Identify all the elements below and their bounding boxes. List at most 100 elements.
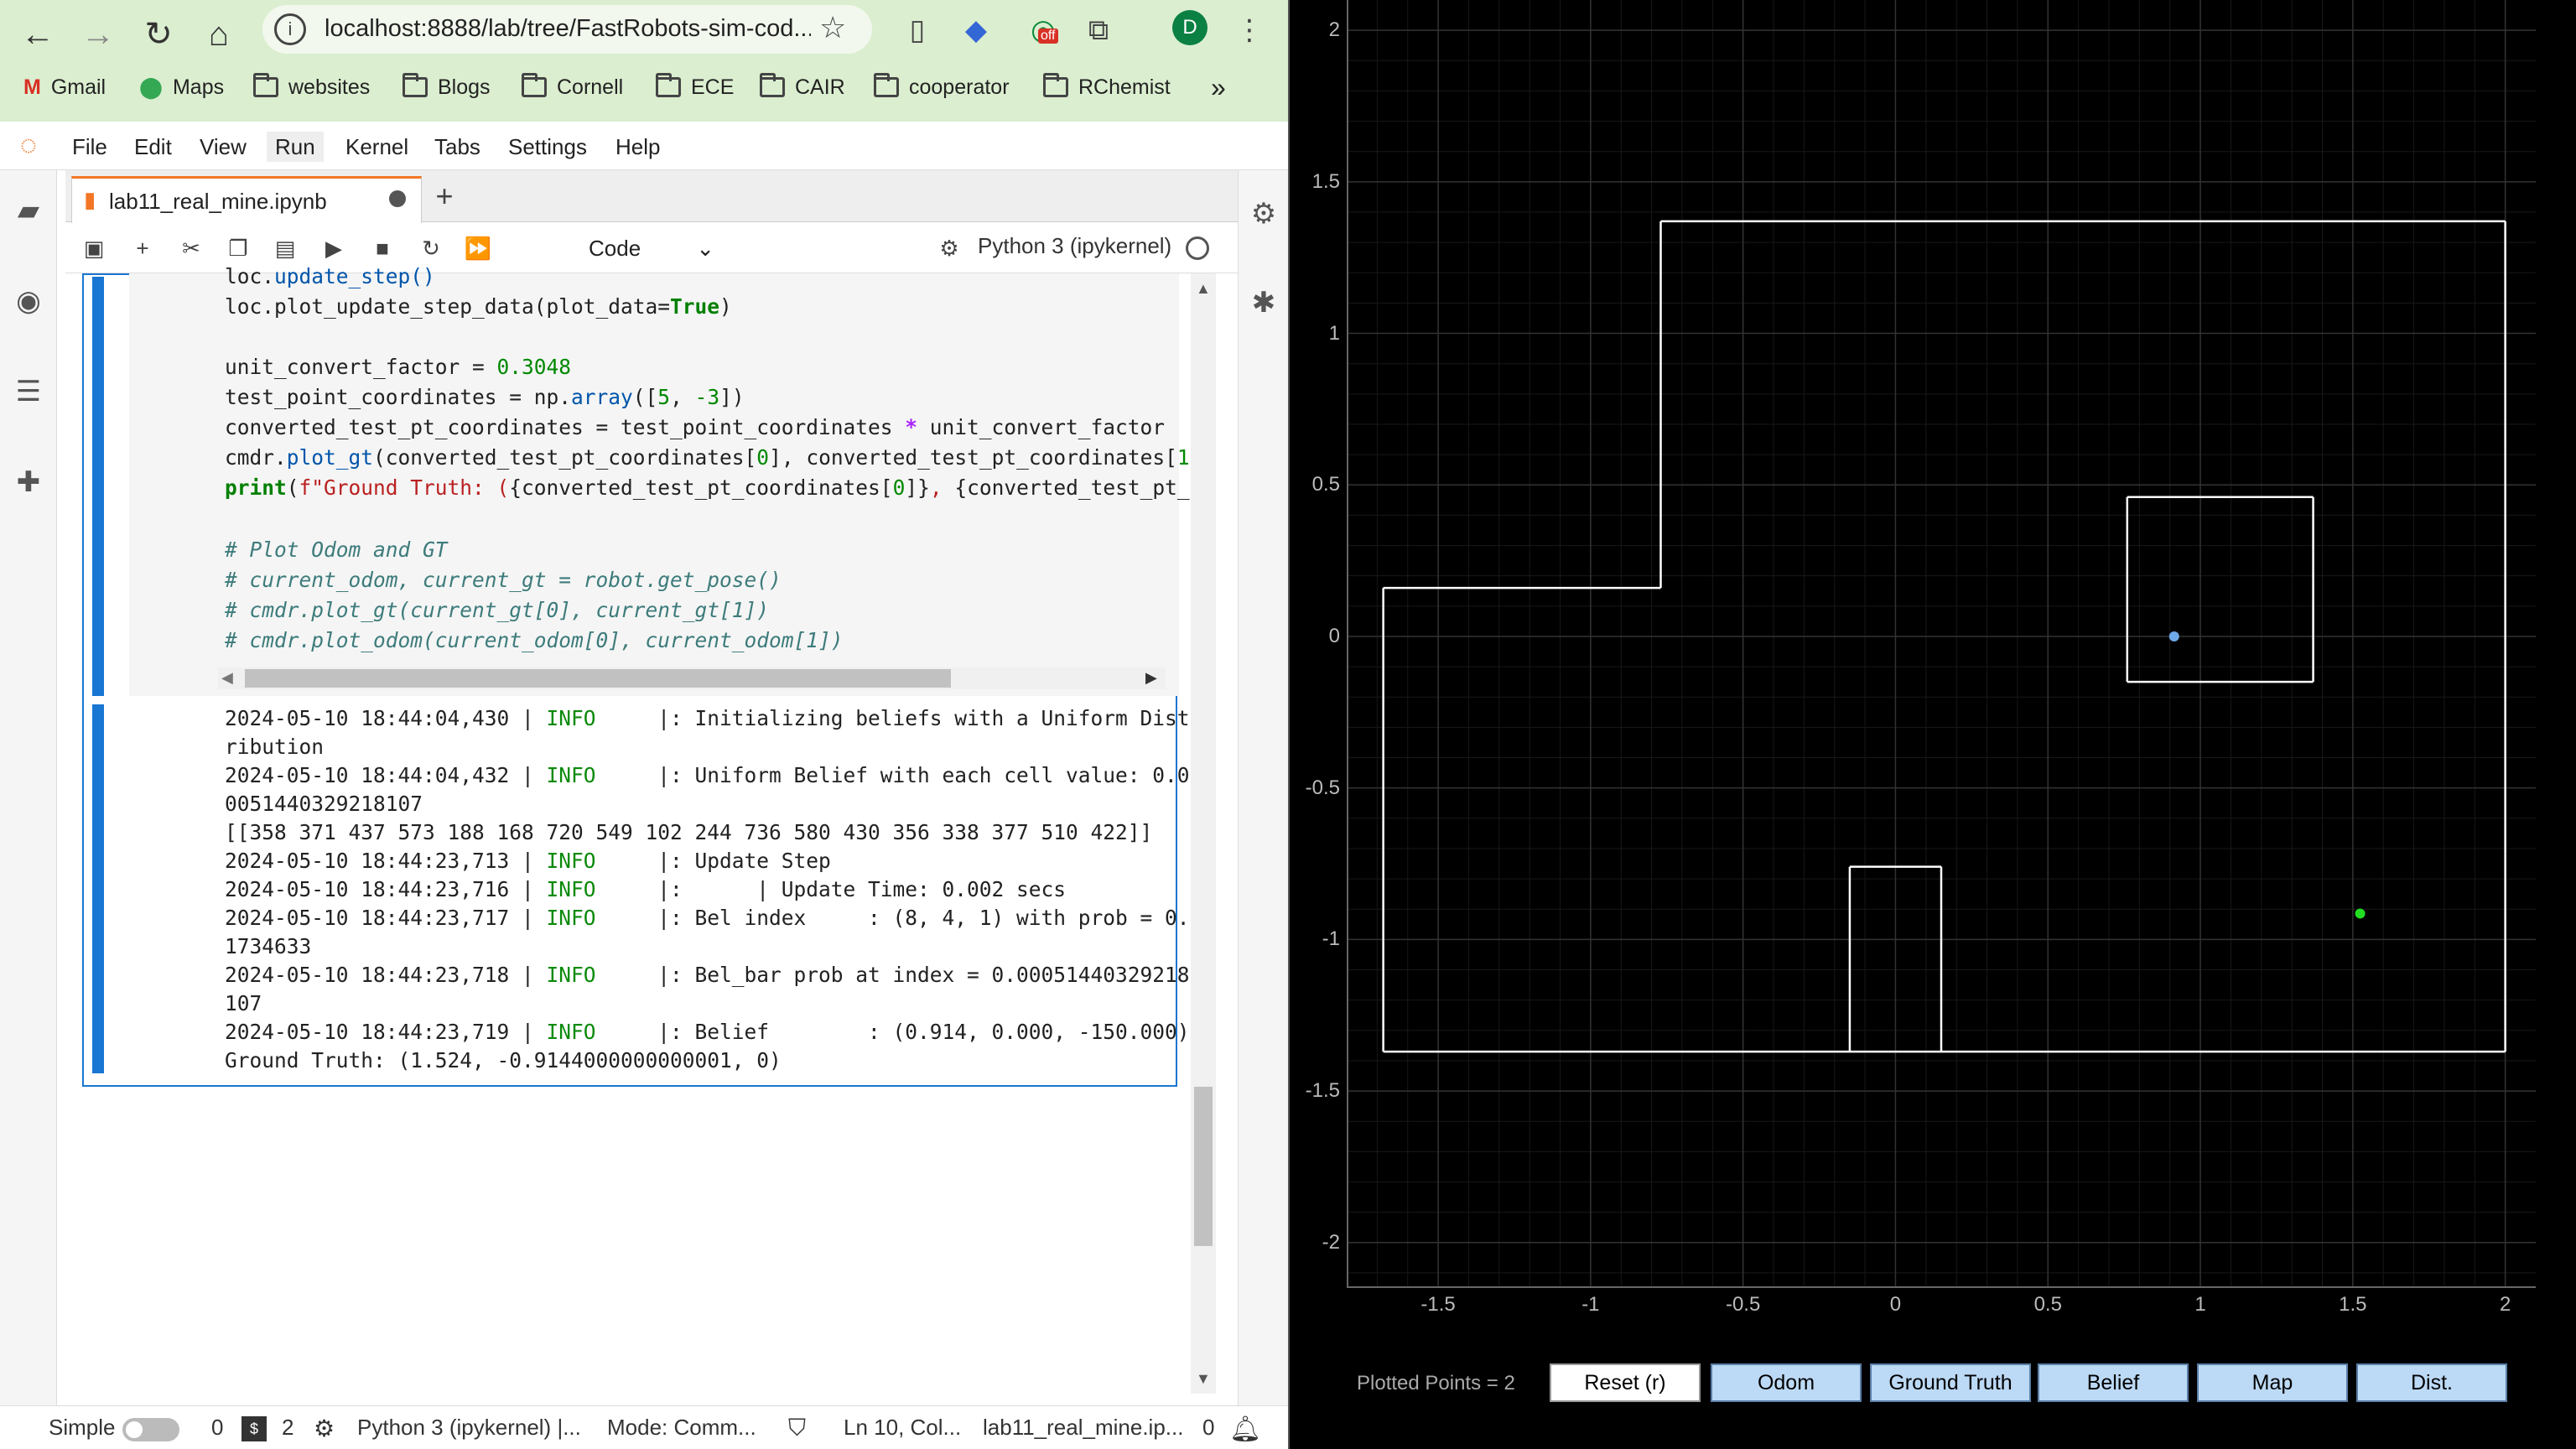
url-text[interactable]: localhost:8888/lab/tree/FastRobots-sim-c… (325, 15, 811, 43)
save-icon[interactable]: ▣ (77, 231, 111, 265)
run-icon[interactable]: ▶ (317, 231, 351, 265)
map-button[interactable]: Map (2197, 1363, 2348, 1402)
menu-dots-icon[interactable]: ⋮ (1226, 7, 1273, 54)
menu-run[interactable]: Run (267, 132, 324, 162)
menu-edit[interactable]: Edit (126, 132, 180, 162)
extensions-puzzle-icon[interactable]: ⧉ (1075, 7, 1122, 54)
site-info-icon[interactable]: i (274, 13, 306, 45)
scroll-down-icon[interactable]: ▼ (1196, 1370, 1211, 1388)
bookmark-ece[interactable]: ECE (656, 70, 734, 104)
kernel-settings-gear-icon[interactable]: ⚙ (932, 231, 966, 265)
bookmark-cooperator[interactable]: cooperator (874, 70, 1010, 104)
shield-icon[interactable]: ⛉ (788, 1415, 806, 1442)
cut-icon[interactable]: ✂ (174, 231, 208, 265)
new-tab-plus-icon[interactable]: + (424, 176, 465, 216)
bookmark-rchemist[interactable]: RChemist (1043, 70, 1171, 104)
horizontal-scroll-thumb[interactable] (245, 669, 951, 688)
menu-view[interactable]: View (191, 132, 255, 162)
bookmark-label: Cornell (557, 75, 624, 99)
home-icon[interactable]: ⌂ (193, 8, 245, 60)
kernel-chip-icon[interactable]: ⚙ (314, 1415, 335, 1442)
belief-button[interactable]: Belief (2038, 1363, 2189, 1402)
output-line: 107 (225, 989, 262, 1018)
bookmark-maps[interactable]: ⬤ Maps (139, 70, 224, 104)
kernel-status[interactable]: Python 3 (ipykernel) |... (357, 1415, 581, 1441)
property-inspector-icon[interactable]: ⚙ (1245, 195, 1282, 232)
page-icon[interactable]: ▯ (894, 7, 941, 54)
ground-truth-button[interactable]: Ground Truth (1870, 1363, 2031, 1402)
extension-off-icon[interactable]: ◎ off (1020, 7, 1067, 54)
log-level: INFO (546, 963, 596, 987)
localization-plot[interactable] (1347, 0, 2536, 1288)
terminal-icon[interactable]: $ (242, 1416, 267, 1441)
reset-button[interactable]: Reset (r) (1550, 1363, 1701, 1402)
bookmark-cair[interactable]: CAIR (760, 70, 845, 104)
cursor-position[interactable]: Ln 10, Col... (844, 1415, 961, 1441)
odom-button[interactable]: Odom (1711, 1363, 1862, 1402)
menu-settings[interactable]: Settings (500, 132, 595, 162)
simple-mode-label: Simple (49, 1415, 116, 1440)
more-bookmarks-icon[interactable]: » (1211, 70, 1226, 104)
bell-icon[interactable]: 🔔︎ (1229, 1415, 1261, 1444)
copy-icon[interactable]: ❐ (221, 231, 255, 265)
output-text: [[358 371 437 573 188 168 720 549 102 24… (225, 820, 1153, 844)
bookmark-label: websites (288, 75, 371, 99)
mode-status[interactable]: Mode: Comm... (607, 1415, 756, 1441)
bookmark-cornell[interactable]: Cornell (522, 70, 623, 104)
y-tick-label: 0 (1328, 624, 1340, 647)
extension-manager-icon[interactable]: ✚ (10, 464, 47, 501)
unsaved-dot-icon[interactable] (389, 190, 406, 207)
dist-button[interactable]: Dist. (2356, 1363, 2507, 1402)
menu-kernel[interactable]: Kernel (337, 132, 417, 162)
output-line: 2024-05-10 18:44:04,432 | INFO |: Unifor… (225, 761, 1190, 790)
menu-file[interactable]: File (64, 132, 116, 162)
address-bar[interactable]: i localhost:8888/lab/tree/FastRobots-sim… (262, 5, 872, 54)
forward-icon[interactable]: → (72, 8, 124, 60)
menu-tabs[interactable]: Tabs (426, 132, 489, 162)
notebook-tab[interactable]: ▮ lab11_real_mine.ipynb (71, 176, 422, 223)
simple-mode-toggle[interactable] (122, 1418, 179, 1441)
log-level: INFO (546, 706, 596, 730)
input-collapser[interactable] (92, 277, 104, 696)
insert-cell-icon[interactable]: + (126, 231, 159, 265)
bookmark-websites[interactable]: websites (253, 70, 370, 104)
output-line: [[358 371 437 573 188 168 720 549 102 24… (225, 818, 1152, 847)
run-all-icon[interactable]: ⏩ (461, 231, 495, 265)
vertical-scrollbar[interactable]: ▲ ▼ (1191, 273, 1216, 1394)
table-of-contents-icon[interactable]: ☰ (10, 373, 47, 410)
restart-icon[interactable]: ↻ (414, 231, 448, 265)
bookmark-star-icon[interactable]: ☆ (819, 10, 846, 45)
code-line: # current_odom, current_gt = robot.get_p… (225, 568, 782, 592)
back-icon[interactable]: ← (12, 8, 64, 60)
running-kernels-icon[interactable]: ◉ (10, 283, 47, 319)
bookmark-label: Maps (172, 75, 225, 99)
horizontal-scrollbar[interactable]: ◀ ▶ (218, 667, 1166, 689)
stop-icon[interactable]: ■ (366, 231, 399, 265)
belief-point (2168, 631, 2179, 641)
bookmark-gmail[interactable]: M Gmail (23, 70, 106, 104)
scroll-right-icon[interactable]: ▶ (1145, 669, 1157, 687)
output-collapser[interactable] (92, 704, 104, 1073)
output-text: |: Belief : (0.914, 0.000, -150.000) (595, 1020, 1190, 1044)
extension-graduation-icon[interactable]: ◆ (953, 7, 1000, 54)
scroll-left-icon[interactable]: ◀ (221, 669, 233, 687)
y-tick-label: -2 (1322, 1230, 1340, 1254)
jupyter-menubar: ◌ File Edit View Run Kernel Tabs Setting… (0, 122, 1288, 170)
scroll-up-icon[interactable]: ▲ (1196, 280, 1211, 298)
bookmark-label: Blogs (438, 75, 491, 99)
bookmark-blogs[interactable]: Blogs (402, 70, 491, 104)
reload-icon[interactable]: ↻ (132, 8, 184, 60)
code-token: * (905, 415, 918, 439)
output-text: Ground Truth: (1.524, -0.914400000000000… (225, 1048, 782, 1072)
output-text: 2024-05-10 18:44:04,432 | (225, 763, 547, 787)
kernel-name[interactable]: Python 3 (ipykernel) (978, 233, 1171, 259)
output-text: |: Bel_bar prob at index = 0.00051440329… (595, 963, 1190, 987)
profile-avatar[interactable]: D (1172, 10, 1208, 45)
cell-type-select[interactable]: Code ⌄ (505, 230, 731, 267)
output-text: 2024-05-10 18:44:23,713 | (225, 849, 547, 873)
paste-icon[interactable]: ▤ (268, 231, 302, 265)
vertical-scroll-thumb[interactable] (1194, 1087, 1213, 1246)
debugger-icon[interactable]: ✱ (1245, 284, 1282, 321)
file-browser-icon[interactable]: ▰ (10, 192, 47, 229)
menu-help[interactable]: Help (607, 132, 668, 162)
